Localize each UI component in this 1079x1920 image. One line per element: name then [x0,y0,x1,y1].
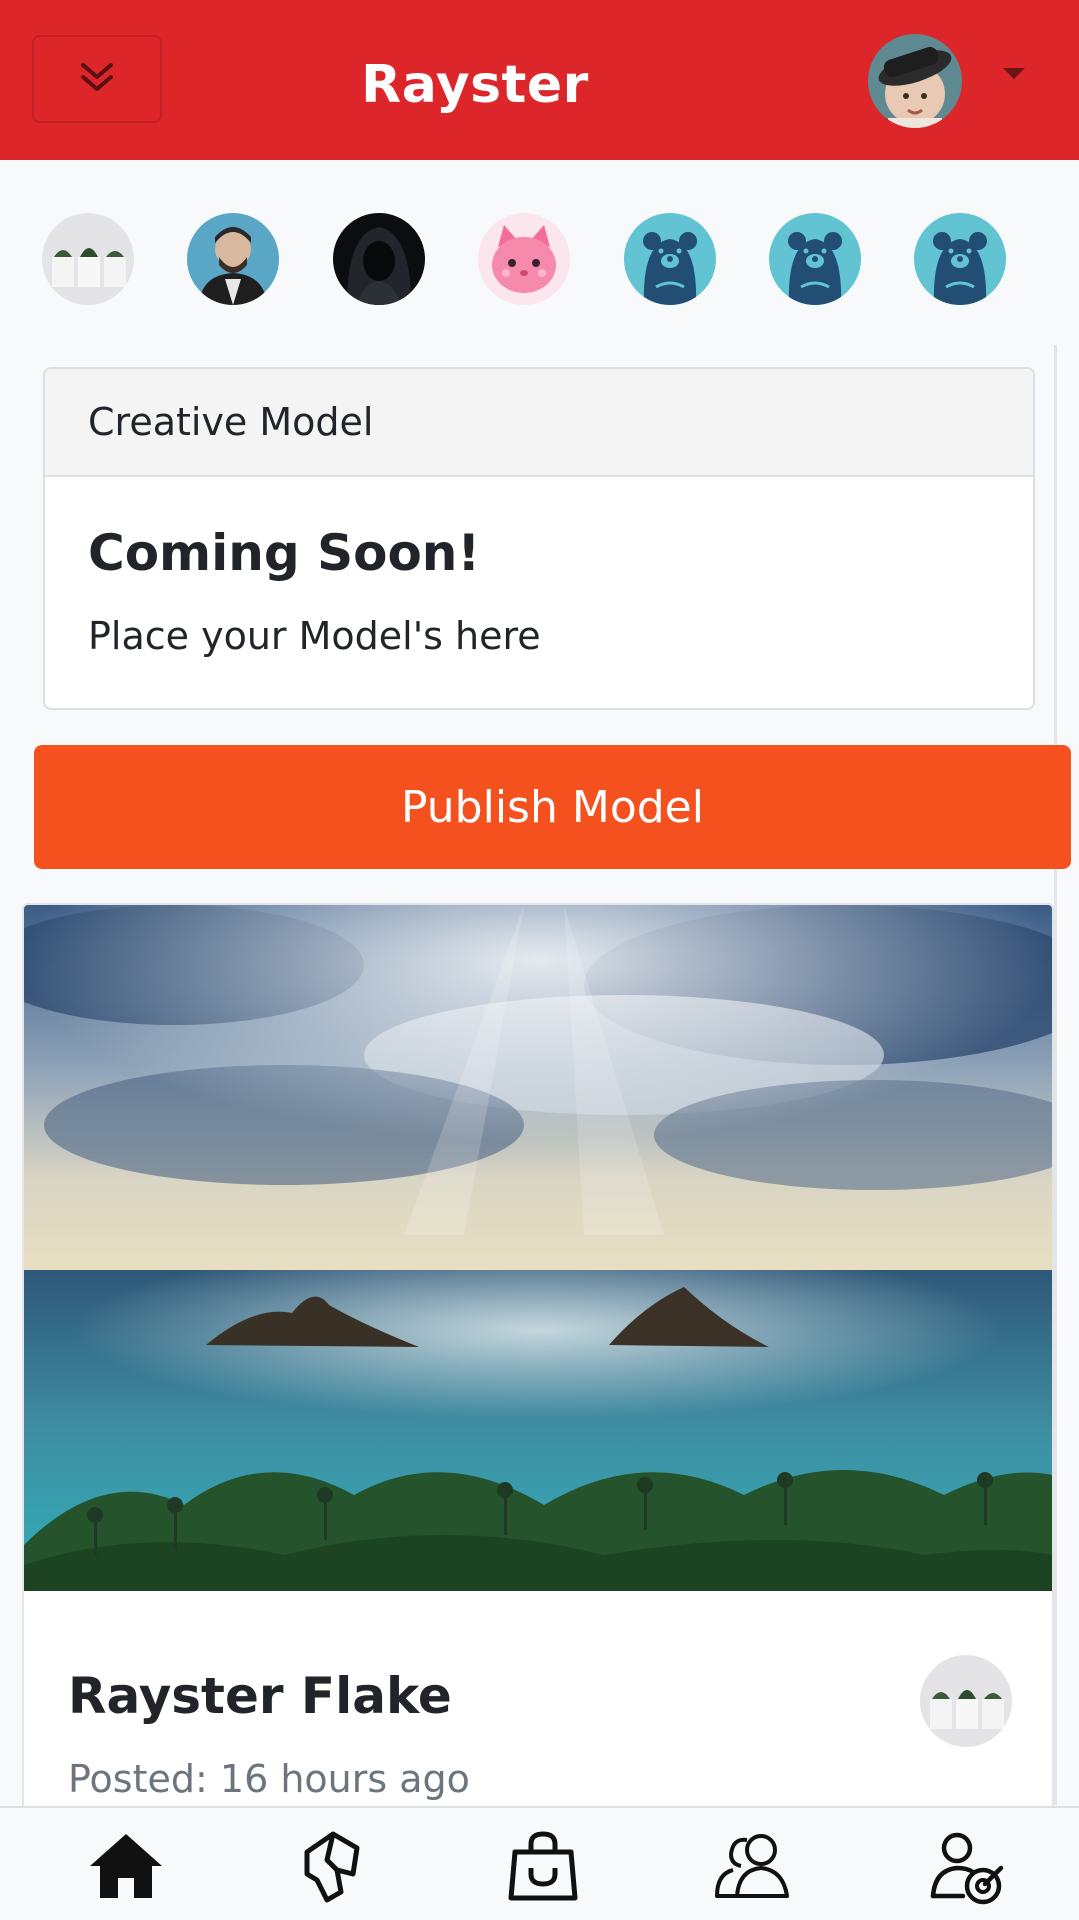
users-icon [711,1830,795,1904]
shopping-bag-icon [507,1830,579,1908]
map-icon [297,1830,367,1908]
story-bear-avatar[interactable] [769,213,861,305]
nav-explore[interactable] [287,1830,377,1920]
post-author-avatar[interactable] [920,1655,1012,1747]
story-plants-avatar[interactable] [42,213,134,305]
menu-toggle-button[interactable] [32,35,162,123]
post-author-name[interactable]: Rayster Flake [68,1667,452,1725]
caret-down-icon[interactable] [1003,68,1025,79]
card-title: Coming Soon! [88,524,481,582]
story-pink-cat-avatar[interactable] [478,213,570,305]
publish-model-button[interactable]: Publish Model [34,745,1071,869]
stories-row [0,175,1079,345]
nav-home[interactable] [81,1830,171,1920]
user-target-icon [927,1830,1007,1910]
top-navbar: Rayster [0,0,1079,160]
card-text: Place your Model's here [88,614,541,658]
chevron-double-down-icon [77,59,117,99]
post-card: Rayster Flake Posted: 16 hours ago [22,903,1054,1919]
user-avatar[interactable] [868,34,962,128]
creative-model-card: Creative Model Coming Soon! Place your M… [43,367,1035,710]
story-bear-avatar[interactable] [624,213,716,305]
nav-profile[interactable] [922,1830,1012,1920]
story-hooded-avatar[interactable] [333,213,425,305]
home-icon [86,1830,166,1906]
post-image[interactable] [24,905,1052,1591]
card-header: Creative Model [45,369,1033,477]
brand-title[interactable]: Rayster [300,0,650,170]
story-man-avatar[interactable] [187,213,279,305]
scroll-divider [1054,345,1057,1805]
bottom-nav [0,1806,1079,1919]
post-timestamp: Posted: 16 hours ago [68,1757,470,1801]
story-bear-avatar[interactable] [914,213,1006,305]
nav-community[interactable] [708,1830,798,1920]
nav-shop[interactable] [498,1830,588,1920]
